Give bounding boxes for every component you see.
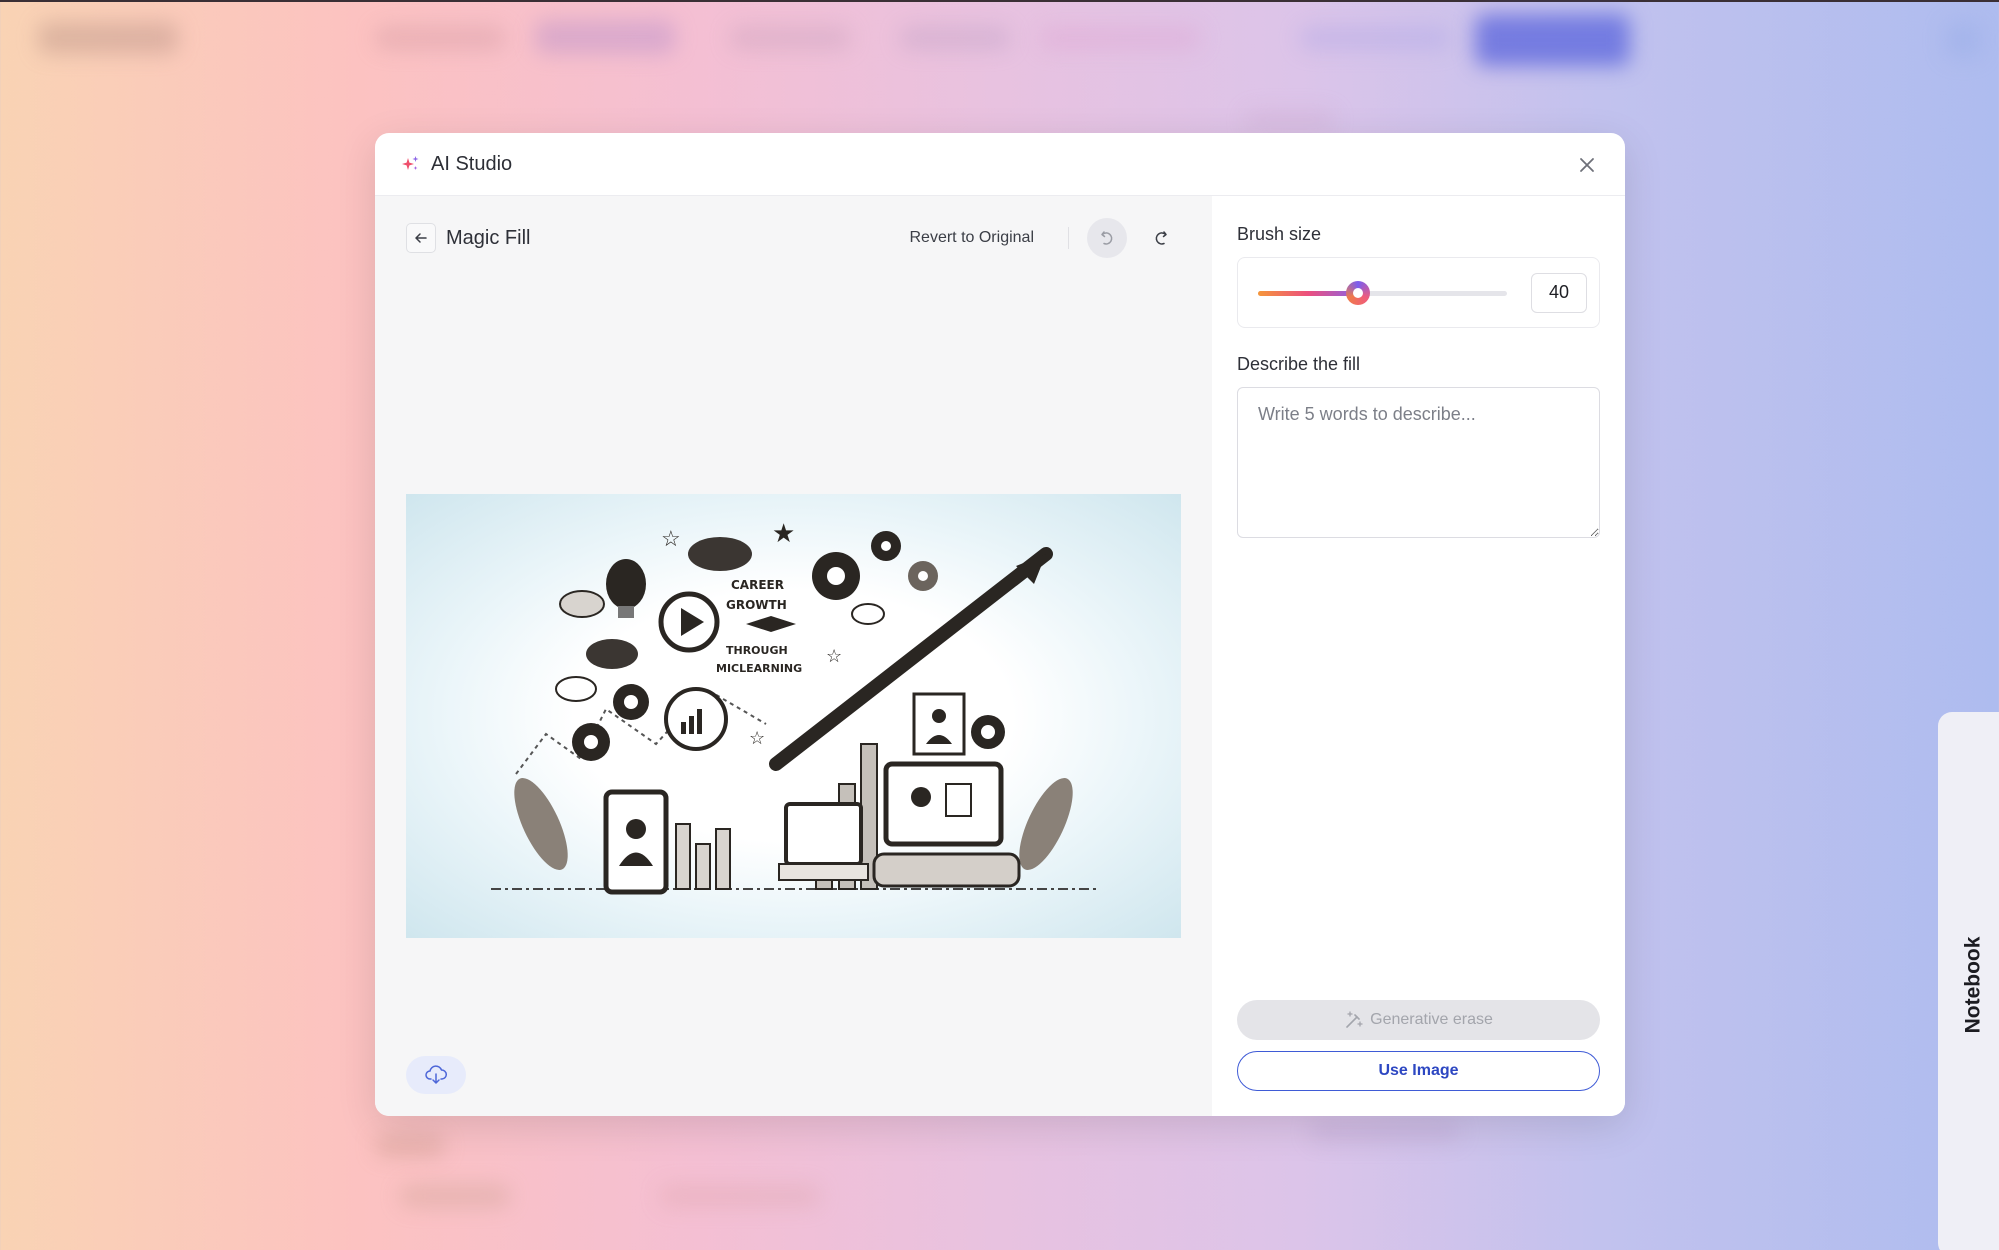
bg-nav-item: [900, 26, 1010, 50]
toolbar-actions: Revert to Original: [910, 218, 1182, 258]
close-button[interactable]: [1575, 153, 1599, 177]
star-icon: ☆: [826, 646, 842, 666]
modal-header: AI Studio: [375, 133, 1625, 196]
undo-icon: [1101, 231, 1113, 245]
cloud-icon: [851, 603, 885, 625]
brush-size-input[interactable]: [1531, 272, 1587, 313]
back-button[interactable]: [406, 223, 436, 253]
sparkle-icon: [402, 156, 419, 170]
brush-size-control: [1237, 257, 1600, 328]
editor-toolbar: Magic Fill Revert to Original: [406, 218, 1182, 258]
cloud-download-icon: [425, 1065, 447, 1084]
bg-content: [1245, 110, 1335, 130]
bar: [715, 828, 731, 890]
bg-content: [400, 1185, 510, 1207]
star-icon: ☆: [661, 526, 681, 551]
download-button[interactable]: [406, 1056, 466, 1094]
chart-circle-icon: [664, 687, 728, 751]
editor-pane: Magic Fill Revert to Original ☆ ★ ☆ ☆ CA…: [375, 196, 1212, 1116]
undo-button[interactable]: [1087, 218, 1127, 258]
monitor-icon: [883, 761, 1004, 847]
generative-erase-button[interactable]: Generative erase: [1237, 1000, 1600, 1040]
editable-image-canvas[interactable]: ☆ ★ ☆ ☆ CAREER GROWTH THROUGH MICLEARNIN…: [406, 494, 1181, 938]
star-icon: ☆: [749, 728, 765, 748]
bg-content: [660, 1185, 820, 1207]
close-icon: [1580, 158, 1594, 172]
describe-fill-textarea[interactable]: [1237, 387, 1600, 538]
cloud-icon: [559, 590, 605, 618]
bg-nav-item-active: [535, 20, 675, 54]
image-text-growth: GROWTH: [726, 598, 787, 612]
use-image-button[interactable]: Use Image: [1237, 1051, 1600, 1091]
tool-title: Magic Fill: [446, 226, 531, 249]
notebook-side-tab[interactable]: Notebook: [1938, 712, 1999, 1250]
slider-thumb[interactable]: [1345, 280, 1370, 305]
bg-content: [375, 1135, 445, 1157]
generative-erase-label: Generative erase: [1370, 1011, 1493, 1028]
career-growth-illustration: ☆ ★ ☆ ☆ CAREER GROWTH THROUGH MICLEARNIN…: [491, 518, 1096, 895]
ai-studio-modal: AI Studio Magic Fill Revert to Original: [375, 133, 1625, 1116]
modal-title: AI Studio: [431, 152, 513, 175]
magic-wand-icon: [1346, 1011, 1363, 1028]
window-edge: [0, 0, 1999, 2]
bg-content: [1310, 1120, 1460, 1142]
laptop-chart-icon: [784, 802, 863, 866]
modal-body: Magic Fill Revert to Original ☆ ★ ☆ ☆ CA…: [375, 196, 1625, 1116]
image-text-career: CAREER: [731, 578, 784, 592]
image-text-microlearning: MICLEARNING: [716, 662, 802, 675]
redo-button[interactable]: [1141, 218, 1181, 258]
arrow-left-icon: [415, 233, 427, 243]
bg-nav-item: [1300, 26, 1450, 50]
portrait-frame-icon: [912, 692, 966, 756]
brush-size-label: Brush size: [1237, 224, 1322, 244]
leaf-left: [514, 778, 568, 870]
bg-nav-item: [375, 26, 505, 50]
bg-cta-button: [1475, 14, 1630, 66]
cloud-icon: [586, 639, 638, 669]
bg-nav-item: [1040, 26, 1200, 50]
bg-logo: [38, 22, 178, 54]
cloud-icon: [555, 676, 597, 702]
phone-icon: [603, 789, 669, 895]
redo-icon: [1155, 231, 1167, 245]
star-icon: ★: [772, 518, 795, 548]
slider-fill: [1258, 290, 1358, 296]
settings-panel: Brush size Describe the fill Gener: [1212, 196, 1625, 1116]
book-stack: [872, 852, 1021, 888]
notebook-label: Notebook: [1961, 936, 1985, 1033]
brush-size-slider[interactable]: [1258, 279, 1507, 307]
toolbar-divider: [1068, 227, 1069, 249]
lightbulb-icon: [606, 559, 646, 609]
revert-to-original-button[interactable]: Revert to Original: [910, 229, 1035, 247]
bg-nav-item: [730, 26, 850, 50]
graduation-cap-icon: [746, 616, 796, 632]
cloud-icon: [688, 537, 752, 571]
image-text-through: THROUGH: [726, 644, 788, 657]
bar: [695, 843, 711, 890]
bar: [675, 823, 691, 890]
bg-avatar: [1945, 22, 1981, 58]
describe-fill-label: Describe the fill: [1237, 354, 1361, 374]
